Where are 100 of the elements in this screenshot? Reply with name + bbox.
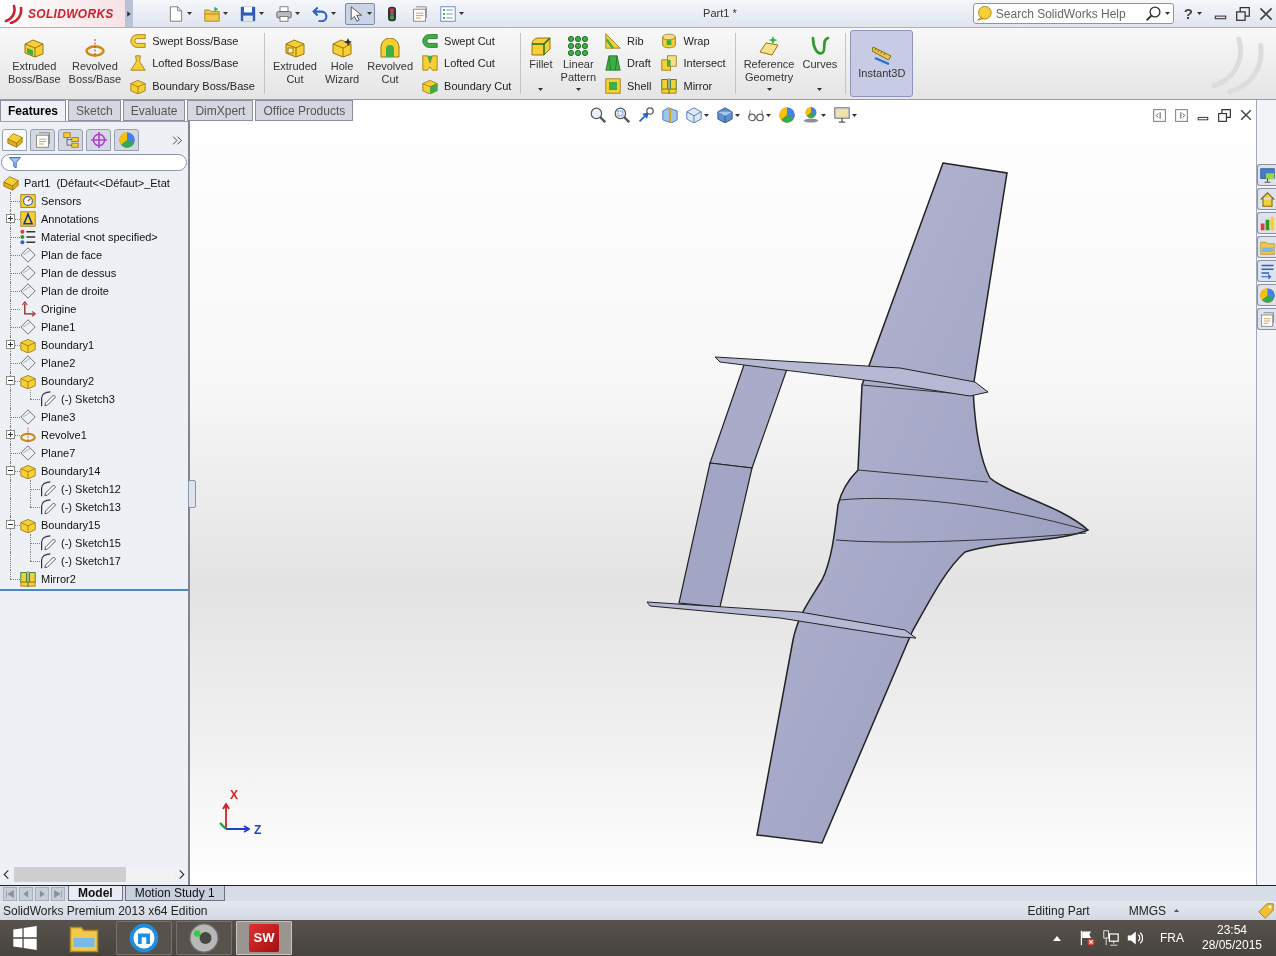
document-tab[interactable]: Motion Study 1 — [124, 886, 225, 901]
speaker-icon[interactable] — [1127, 930, 1143, 946]
close-icon[interactable] — [1259, 6, 1273, 21]
flag-icon[interactable] — [1079, 930, 1095, 946]
tree-item[interactable]: (-) Sketch13 — [40, 498, 121, 516]
task-pane-tab[interactable] — [1257, 164, 1276, 186]
plus-box-icon[interactable] — [6, 214, 15, 223]
tree-item[interactable]: Material <not specified> — [20, 228, 158, 246]
panel-tab[interactable] — [2, 129, 27, 151]
tree-item[interactable]: Boundary14 — [20, 462, 101, 480]
command-button[interactable]: Lofted Boss/Base — [129, 52, 256, 75]
tree-item[interactable]: Boundary1 — [20, 336, 95, 354]
tree-item[interactable]: Plane7 — [20, 444, 76, 462]
chevron-left-icon[interactable] — [2, 870, 11, 879]
horizontal-scrollbar[interactable] — [14, 867, 174, 882]
restore-icon[interactable] — [1218, 108, 1231, 122]
command-button[interactable]: Wrap — [660, 30, 727, 53]
command-button[interactable]: Intersect — [660, 52, 727, 75]
tree-item[interactable]: (-) Sketch12 — [40, 480, 121, 498]
command-button[interactable]: Revolved Cut — [363, 30, 418, 97]
minus-box-icon[interactable] — [6, 466, 15, 475]
view-toolbar-button[interactable] — [589, 107, 606, 123]
ribbon-tab[interactable]: Features — [0, 100, 67, 121]
tree-item[interactable]: Plane1 — [20, 318, 76, 336]
command-button[interactable]: Boundary Cut — [421, 74, 513, 97]
view-toolbar-button[interactable] — [833, 107, 857, 123]
double-chevron-icon[interactable] — [172, 134, 183, 146]
tree-item[interactable]: Mirror2 — [20, 570, 76, 588]
command-button[interactable]: Hole Wizard — [320, 30, 364, 97]
task-pane-tab[interactable] — [1257, 308, 1276, 330]
toolbar-button[interactable] — [345, 2, 375, 25]
panel-toggle-button[interactable] — [125, 0, 133, 27]
restore-icon[interactable] — [1236, 6, 1250, 21]
close-icon[interactable] — [1240, 109, 1252, 121]
help-button[interactable]: ? — [1183, 5, 1202, 22]
view-toolbar-button[interactable] — [716, 107, 740, 123]
chevron-right-icon[interactable] — [177, 870, 186, 879]
command-button[interactable]: Lofted Cut — [421, 52, 513, 75]
command-button[interactable]: Extruded Cut — [268, 30, 321, 97]
command-button[interactable]: Linear Pattern — [556, 30, 600, 97]
filter-field[interactable] — [1, 154, 187, 171]
tree-item[interactable]: Sensors — [20, 192, 82, 210]
view-toolbar-button[interactable] — [778, 107, 795, 123]
tree-item[interactable]: Revolve1 — [20, 426, 87, 444]
task-pane-tab[interactable] — [1257, 260, 1276, 282]
view-toolbar-button[interactable] — [802, 107, 826, 123]
view-toolbar-button[interactable] — [637, 107, 654, 123]
minus-box-icon[interactable] — [6, 520, 15, 529]
panel-tab[interactable] — [30, 129, 55, 151]
units-button[interactable]: MMGS — [1128, 901, 1179, 920]
command-button[interactable]: Shell — [604, 74, 653, 97]
tree-item[interactable]: Boundary2 — [20, 372, 95, 390]
tree-item[interactable]: (-) Sketch17 — [40, 552, 121, 570]
command-button[interactable]: Extruded Boss/Base — [4, 30, 65, 97]
tree-item[interactable]: Annotations — [20, 210, 100, 228]
task-pane-tab[interactable] — [1257, 188, 1276, 210]
command-button[interactable]: Rib — [604, 30, 653, 53]
minus-box-icon[interactable] — [6, 376, 15, 385]
tree-item[interactable]: Plane2 — [20, 354, 76, 372]
panel-tab[interactable] — [58, 129, 83, 151]
command-button[interactable]: Reference Geometry — [739, 30, 799, 97]
tree-item[interactable]: (-) Sketch3 — [40, 390, 115, 408]
tree-item[interactable]: (-) Sketch15 — [40, 534, 121, 552]
search-field[interactable]: Search SolidWorks Help — [972, 3, 1174, 24]
tree-item[interactable]: Part1 (Défaut<<Défaut>_Etat — [3, 174, 170, 192]
command-button[interactable]: Swept Boss/Base — [129, 30, 256, 53]
ribbon-tab[interactable]: DimXpert — [187, 100, 254, 121]
view-toolbar-button[interactable] — [661, 107, 678, 123]
network-icon[interactable] — [1103, 930, 1119, 946]
splitter-handle[interactable] — [188, 480, 196, 508]
taskbar-button[interactable] — [176, 921, 232, 955]
ribbon-tab[interactable]: Sketch — [68, 100, 121, 121]
panel-tab[interactable] — [114, 129, 139, 151]
panel-tab[interactable] — [86, 129, 111, 151]
command-button[interactable]: Draft — [604, 52, 653, 75]
tree-item[interactable]: Origine — [20, 300, 77, 318]
plus-box-icon[interactable] — [6, 340, 15, 349]
scrollbar-thumb[interactable] — [14, 867, 126, 882]
command-button[interactable]: Fillet — [525, 30, 557, 97]
command-button[interactable]: Instant3D — [850, 30, 914, 97]
command-button[interactable]: Boundary Boss/Base — [129, 74, 256, 97]
view-toolbar-button[interactable] — [613, 107, 630, 123]
split-view-icon[interactable] — [1175, 108, 1188, 122]
document-tab[interactable]: Model — [68, 886, 123, 901]
taskbar-button[interactable]: SW — [236, 921, 292, 955]
tree-item[interactable]: Plan de dessus — [20, 264, 117, 282]
taskbar-button[interactable] — [116, 921, 172, 955]
tree-item[interactable]: Plane3 — [20, 408, 76, 426]
ribbon-tab[interactable]: Office Products — [255, 100, 354, 121]
task-pane-tab[interactable] — [1257, 212, 1276, 234]
task-pane-tab[interactable] — [1257, 284, 1276, 306]
view-toolbar-button[interactable] — [747, 107, 771, 123]
tree-item[interactable]: Boundary15 — [20, 516, 101, 534]
split-view-icon[interactable] — [1153, 108, 1166, 122]
tree-item[interactable]: Plan de face — [20, 246, 103, 264]
search-icon[interactable] — [1145, 6, 1161, 21]
view-toolbar-button[interactable] — [685, 107, 709, 123]
ribbon-tab[interactable]: Evaluate — [122, 100, 186, 121]
tree-item[interactable]: Plan de droite — [20, 282, 109, 300]
plus-box-icon[interactable] — [6, 430, 15, 439]
